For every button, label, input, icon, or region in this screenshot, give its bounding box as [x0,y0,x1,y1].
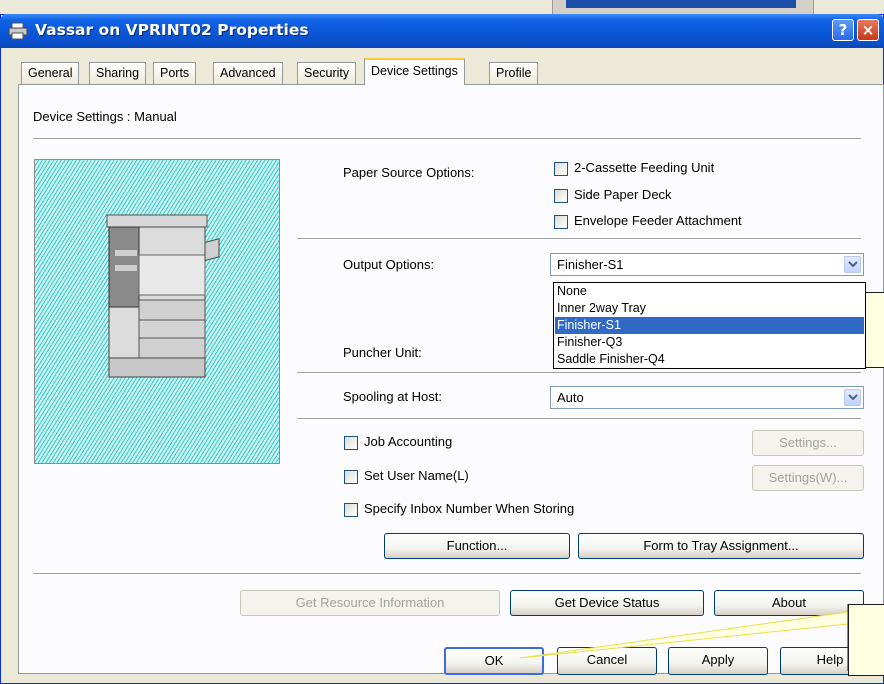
tab-device-settings[interactable]: Device Settings [364,58,465,85]
dropdown-option-none[interactable]: None [555,283,864,300]
output-options-dropdown-list[interactable]: None Inner 2way Tray Finisher-S1 Finishe… [553,282,866,369]
dropdown-option-finisher-s1[interactable]: Finisher-S1 [555,317,864,334]
dropdown-option-saddle-finisher-q4[interactable]: Saddle Finisher-Q4 [555,351,864,368]
dropdown-option-inner-2way-tray[interactable]: Inner 2way Tray [555,300,864,317]
dropdown-option-finisher-q3[interactable]: Finisher-Q3 [555,334,864,351]
